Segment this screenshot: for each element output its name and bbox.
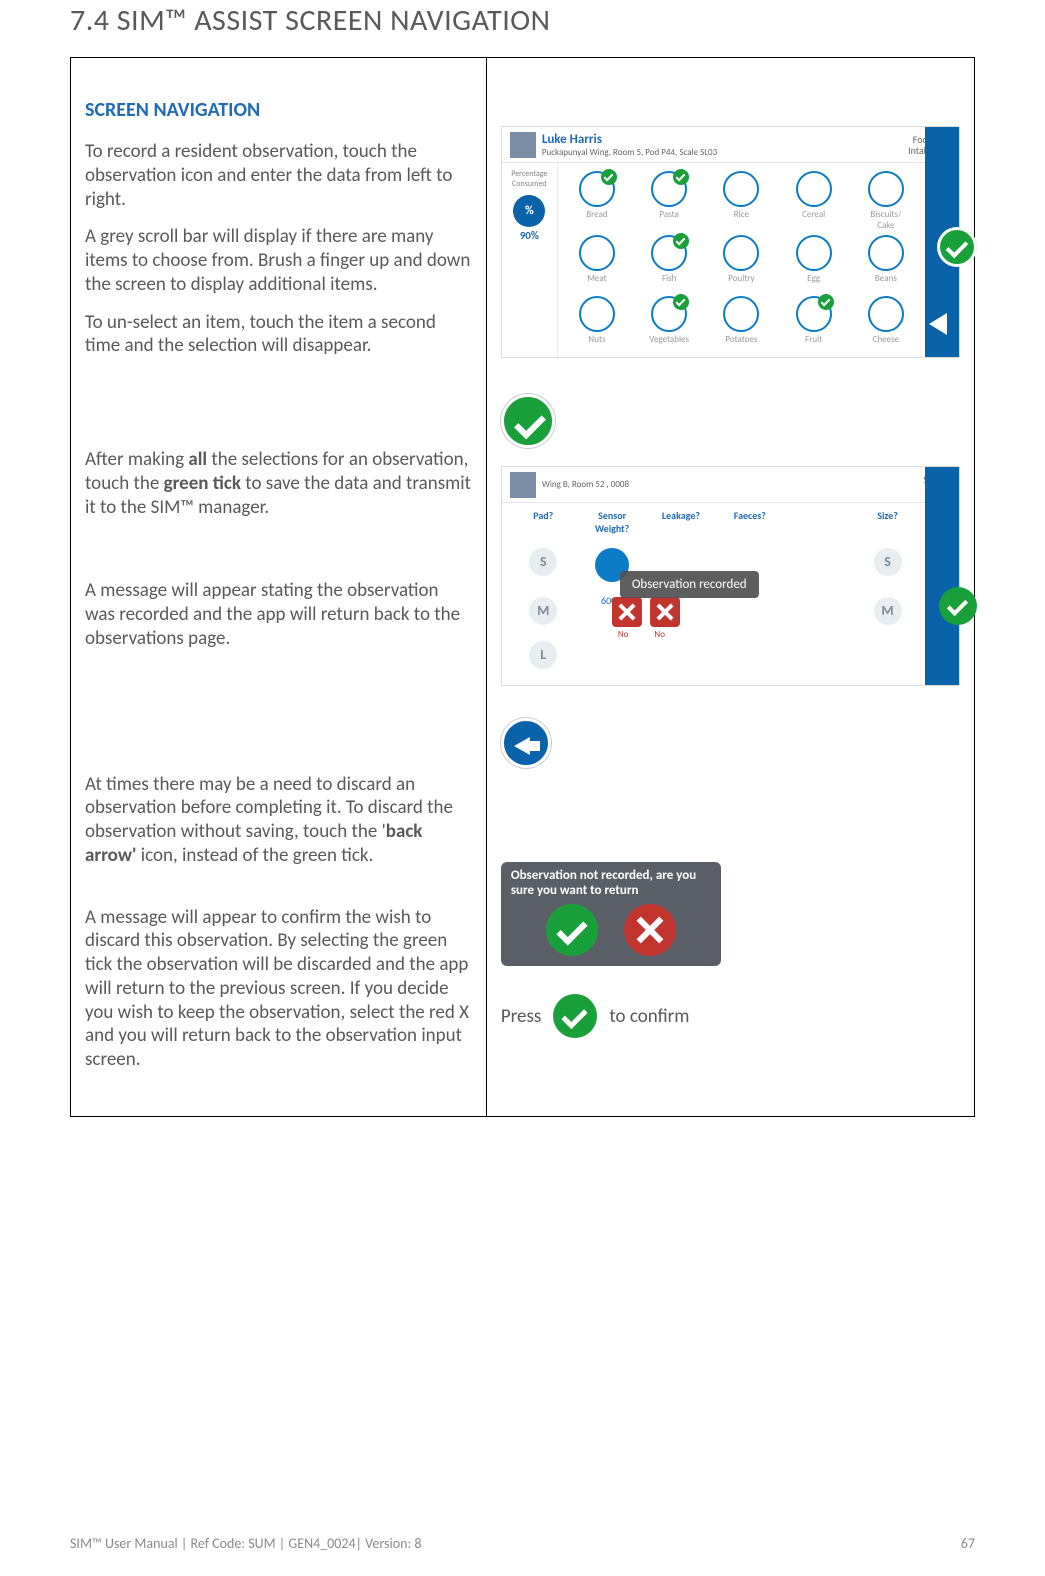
- percentage-sidebar: Percentage Consumed % 90%: [502, 163, 558, 357]
- check-icon: [673, 294, 689, 310]
- screenshot-header: Wing B, Room 52 , 0008 Sensor Type: [502, 467, 959, 503]
- confirm-text: Observation not recorded, are you sure y…: [511, 868, 711, 898]
- content-table: SCREEN NAVIGATION To record a resident o…: [70, 57, 975, 1117]
- resident-location: Puckapunyal Wing, Room 5, Pod P44, Scale…: [542, 147, 717, 158]
- confirm-green-tick-icon[interactable]: [546, 904, 598, 956]
- column-header: Pad?: [510, 509, 577, 543]
- para-unselect: To un-select an item, touch the item a s…: [85, 311, 472, 359]
- green-tick-icon[interactable]: [937, 227, 977, 267]
- back-arrow-icon[interactable]: [501, 718, 551, 768]
- column-header: Leakage?: [648, 509, 715, 543]
- column-header: Faeces?: [716, 509, 783, 543]
- food-label: Pasta: [634, 209, 704, 220]
- food-label: Vegetables: [634, 334, 704, 345]
- food-item[interactable]: Potatoes: [706, 294, 776, 353]
- check-icon: [601, 169, 617, 185]
- back-arrow-icon[interactable]: [929, 313, 957, 335]
- page-title: 7.4 SIM™ ASSIST SCREEN NAVIGATION: [70, 2, 975, 39]
- confirm-dialog: Observation not recorded, are you sure y…: [501, 862, 721, 966]
- no-labels: NoNo: [618, 629, 665, 640]
- check-icon: [673, 169, 689, 185]
- food-label: Egg: [779, 273, 849, 284]
- food-label: Nuts: [562, 334, 632, 345]
- size-pill[interactable]: M: [529, 597, 557, 625]
- right-blue-bar: [925, 467, 959, 685]
- red-x-row: [612, 597, 680, 627]
- page-number: 67: [961, 1535, 975, 1552]
- para-greentick: After making all the selections for an o…: [85, 448, 472, 519]
- para-scroll: A grey scroll bar will display if there …: [85, 225, 472, 296]
- column-header: [785, 509, 852, 543]
- food-item[interactable]: Beans: [851, 233, 921, 292]
- right-column: Luke Harris Puckapunyal Wing, Room 5, Po…: [486, 58, 974, 1117]
- press-to-confirm: Press to confirm: [501, 994, 960, 1038]
- check-icon: [818, 294, 834, 310]
- para-recorded-msg: A message will appear stating the observ…: [85, 579, 472, 650]
- screenshot-food-intake: Luke Harris Puckapunyal Wing, Room 5, Po…: [501, 126, 960, 358]
- food-label: Cheese: [851, 334, 921, 345]
- column-header: Size?: [854, 509, 921, 543]
- para-confirm-discard: A message will appear to confirm the wis…: [85, 906, 472, 1072]
- screenshot-observation-recorded: Wing B, Room 52 , 0008 Sensor Type Pad?S…: [501, 466, 960, 686]
- food-label: Fruit: [779, 334, 849, 345]
- food-item[interactable]: Fish: [634, 233, 704, 292]
- para-record: To record a resident observation, touch …: [85, 140, 472, 211]
- food-item[interactable]: Vegetables: [634, 294, 704, 353]
- percentage-value: 90%: [502, 229, 557, 242]
- size-pill[interactable]: S: [529, 548, 557, 576]
- size-pill[interactable]: M: [874, 597, 902, 625]
- food-label: Poultry: [706, 273, 776, 284]
- food-label: Beans: [851, 273, 921, 284]
- screenshot-header: Luke Harris Puckapunyal Wing, Room 5, Po…: [502, 127, 959, 163]
- food-label: Fish: [634, 273, 704, 284]
- food-label: Cereal: [779, 209, 849, 220]
- food-item[interactable]: Nuts: [562, 294, 632, 353]
- food-item[interactable]: Rice: [706, 169, 776, 231]
- green-tick-icon[interactable]: [939, 587, 977, 625]
- para-discard: At times there may be a need to discard …: [85, 773, 472, 868]
- left-column: SCREEN NAVIGATION To record a resident o…: [71, 58, 487, 1117]
- avatar: [510, 472, 536, 498]
- resident-name: Luke Harris: [542, 132, 717, 147]
- food-item[interactable]: Biscuits/ Cake: [851, 169, 921, 231]
- food-label: Meat: [562, 273, 632, 284]
- page-footer: SIM™ User Manual | Ref Code: SUM | GEN4_…: [70, 1535, 975, 1552]
- red-x-icon[interactable]: [612, 597, 642, 627]
- food-item[interactable]: Pasta: [634, 169, 704, 231]
- percentage-icon[interactable]: %: [513, 195, 545, 227]
- food-item[interactable]: Cereal: [779, 169, 849, 231]
- food-item[interactable]: Fruit: [779, 294, 849, 353]
- section-heading: SCREEN NAVIGATION: [85, 98, 472, 122]
- food-label: Rice: [706, 209, 776, 220]
- column-header: Sensor Weight?: [579, 509, 646, 543]
- food-item[interactable]: Poultry: [706, 233, 776, 292]
- green-tick-icon[interactable]: [501, 394, 555, 448]
- food-item[interactable]: Cheese: [851, 294, 921, 353]
- size-pill[interactable]: L: [529, 641, 557, 669]
- red-x-icon[interactable]: [650, 597, 680, 627]
- check-icon: [673, 233, 689, 249]
- toast-observation-recorded: Observation recorded: [620, 571, 759, 598]
- green-tick-icon[interactable]: [553, 994, 597, 1038]
- food-label: Potatoes: [706, 334, 776, 345]
- food-label: Bread: [562, 209, 632, 220]
- size-pill[interactable]: S: [874, 548, 902, 576]
- food-label: Biscuits/ Cake: [851, 209, 921, 231]
- food-item[interactable]: Bread: [562, 169, 632, 231]
- food-item[interactable]: Meat: [562, 233, 632, 292]
- avatar: [510, 132, 536, 158]
- footer-left: SIM™ User Manual | Ref Code: SUM | GEN4_…: [70, 1535, 421, 1552]
- confirm-red-x-icon[interactable]: [624, 904, 676, 956]
- resident-location: Wing B, Room 52 , 0008: [542, 479, 629, 490]
- food-item[interactable]: Egg: [779, 233, 849, 292]
- food-grid: BreadPastaRiceCerealBiscuits/ Cake MeatFi…: [562, 169, 921, 353]
